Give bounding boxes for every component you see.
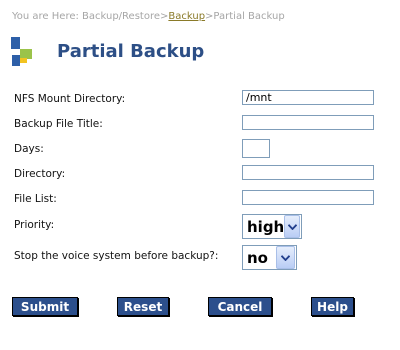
file-list-label: File List: bbox=[14, 193, 57, 205]
breadcrumb-prefix: You are Here: Backup/Restore> bbox=[12, 11, 169, 22]
file-list-input[interactable] bbox=[242, 190, 374, 205]
breadcrumb: You are Here: Backup/Restore>Backup>Part… bbox=[12, 11, 285, 22]
stop-voice-select-value: no bbox=[247, 248, 268, 267]
priority-select[interactable]: high bbox=[242, 214, 302, 239]
directory-label: Directory: bbox=[14, 168, 66, 180]
nfs-mount-label: NFS Mount Directory: bbox=[14, 93, 126, 105]
chevron-down-icon[interactable] bbox=[284, 215, 300, 238]
backup-file-title-label: Backup File Title: bbox=[14, 118, 103, 130]
stop-voice-select[interactable]: no bbox=[242, 245, 297, 270]
help-button[interactable]: Help bbox=[311, 297, 354, 316]
page-title: Partial Backup bbox=[57, 41, 205, 62]
directory-input[interactable] bbox=[242, 165, 374, 180]
days-input[interactable] bbox=[242, 139, 270, 158]
stop-voice-label: Stop the voice system before backup?: bbox=[14, 250, 219, 262]
backup-logo-icon bbox=[11, 37, 32, 66]
breadcrumb-link-backup[interactable]: Backup bbox=[168, 11, 205, 22]
backup-file-title-input[interactable] bbox=[242, 115, 374, 130]
cancel-button[interactable]: Cancel bbox=[208, 297, 272, 316]
chevron-down-icon[interactable] bbox=[276, 246, 295, 269]
reset-button[interactable]: Reset bbox=[117, 297, 169, 316]
days-label: Days: bbox=[14, 143, 44, 155]
priority-label: Priority: bbox=[14, 219, 55, 231]
submit-button[interactable]: Submit bbox=[12, 297, 78, 316]
priority-select-value: high bbox=[247, 217, 285, 236]
nfs-mount-input[interactable] bbox=[242, 90, 374, 105]
breadcrumb-current: >Partial Backup bbox=[205, 11, 285, 22]
